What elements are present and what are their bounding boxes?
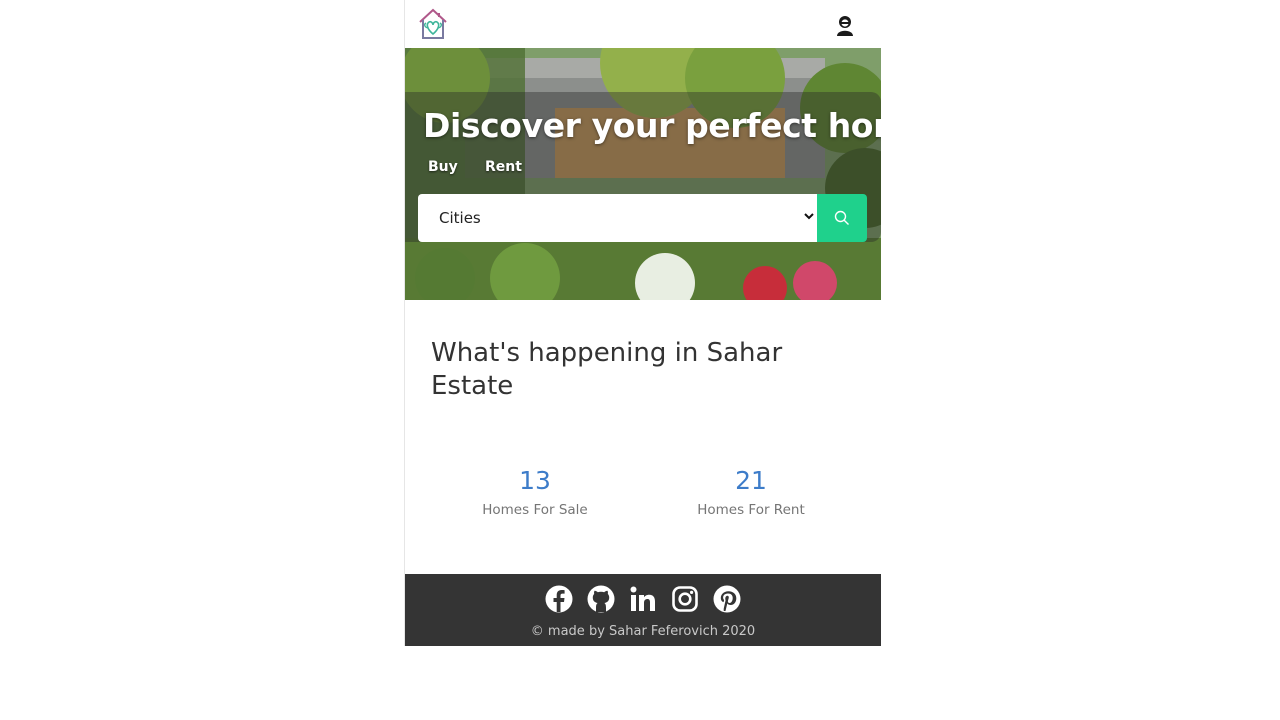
facebook-icon[interactable] xyxy=(545,585,573,613)
search-bar: Cities xyxy=(418,194,867,242)
section-title: What's happening in Sahar Estate xyxy=(431,338,783,401)
hero-title: Discover your perfect home xyxy=(423,106,881,145)
app-container: Discover your perfect home Buy Rent Citi… xyxy=(404,0,881,646)
footer: © made by Sahar Feferovich 2020 xyxy=(405,574,881,646)
search-button[interactable] xyxy=(817,194,867,242)
house-logo-icon[interactable] xyxy=(417,7,449,41)
linkedin-icon[interactable] xyxy=(629,585,657,613)
top-navbar xyxy=(405,0,881,48)
hero-banner: Discover your perfect home Buy Rent Citi… xyxy=(405,48,881,300)
tab-buy[interactable]: Buy xyxy=(428,159,458,175)
search-icon xyxy=(834,210,849,225)
instagram-icon[interactable] xyxy=(671,585,699,613)
stat-homes-for-rent: 21 Homes For Rent xyxy=(661,464,841,518)
cities-select[interactable]: Cities xyxy=(418,194,817,242)
cities-select-value: Cities xyxy=(439,209,481,227)
stat-homes-for-sale: 13 Homes For Sale xyxy=(445,464,625,518)
tab-rent[interactable]: Rent xyxy=(485,159,522,175)
stat-value: 13 xyxy=(519,466,551,495)
stat-value: 21 xyxy=(735,466,767,495)
stat-label: Homes For Rent xyxy=(697,502,805,518)
stat-label: Homes For Sale xyxy=(482,502,588,518)
chevron-down-icon xyxy=(804,213,814,220)
footer-credit: © made by Sahar Feferovich 2020 xyxy=(530,624,756,639)
user-avatar-icon[interactable] xyxy=(835,14,855,38)
pinterest-icon[interactable] xyxy=(713,585,741,613)
github-icon[interactable] xyxy=(587,585,615,613)
